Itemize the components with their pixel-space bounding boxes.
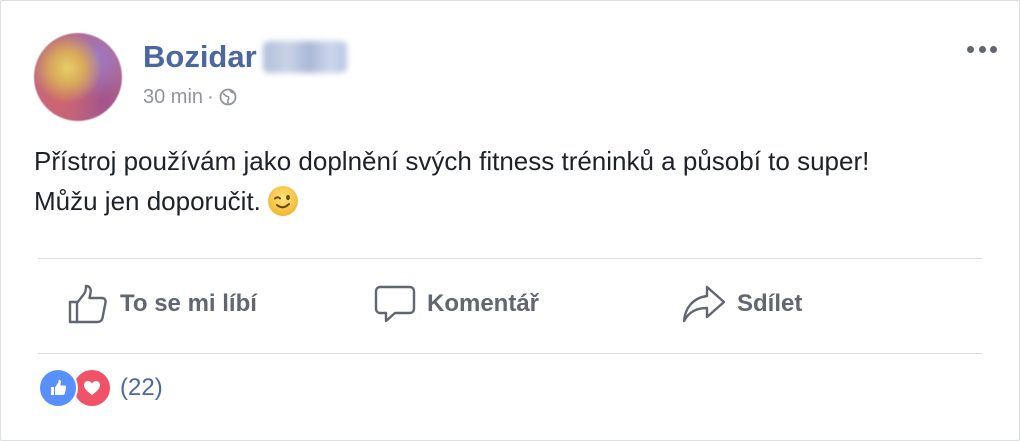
thumbs-up-icon xyxy=(68,284,107,324)
author-header: Bozidar xyxy=(143,37,347,77)
reactions-summary[interactable]: (22) xyxy=(38,368,163,408)
comment-button[interactable]: Komentář xyxy=(373,281,539,327)
comment-label: Komentář xyxy=(427,290,540,317)
like-button[interactable]: To se mi líbí xyxy=(66,281,257,327)
author-name[interactable]: Bozidar xyxy=(143,39,257,75)
post-card: Bozidar 30 min · Přístroj používám jako … xyxy=(0,0,1020,441)
post-meta: 30 min · xyxy=(143,85,237,109)
reaction-count[interactable]: (22) xyxy=(120,374,163,402)
post-text-line-1: Přístroj používám jako doplnění svých fi… xyxy=(34,146,870,176)
divider-bottom xyxy=(38,353,982,354)
post-timestamp[interactable]: 30 min xyxy=(143,86,203,109)
meta-separator: · xyxy=(207,85,214,108)
post-text-line-2-wrapper: Můžu jen doporučit. xyxy=(34,181,994,221)
comment-icon xyxy=(374,285,416,323)
author-avatar[interactable] xyxy=(34,33,122,121)
more-options-icon[interactable] xyxy=(967,41,997,57)
post-body: Přístroj používám jako doplnění svých fi… xyxy=(34,141,994,221)
like-label: To se mi líbí xyxy=(120,290,257,317)
share-label: Sdílet xyxy=(737,290,803,317)
winking-face-emoji-icon xyxy=(267,186,298,216)
share-arrow-icon xyxy=(682,285,726,323)
action-bar: To se mi líbí Komentář Sdílet xyxy=(38,259,982,354)
like-reaction-icon xyxy=(38,368,78,408)
love-reaction-icon xyxy=(72,368,112,408)
post-text-line-2: Můžu jen doporučit. xyxy=(34,186,261,216)
globe-icon[interactable] xyxy=(219,88,237,106)
share-button[interactable]: Sdílet xyxy=(681,281,802,327)
author-surname-redacted xyxy=(262,41,347,73)
